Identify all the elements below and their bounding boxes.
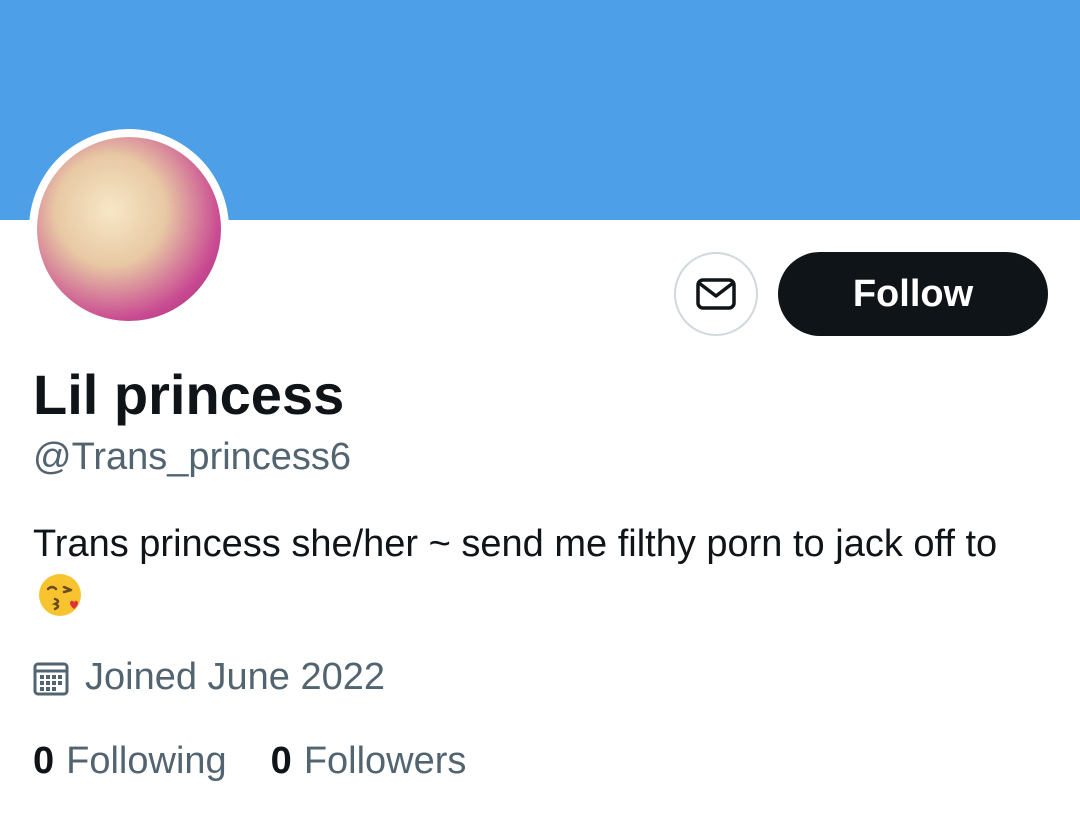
avatar-image [37,137,221,321]
envelope-icon [696,278,736,310]
followers-label: Followers [303,740,467,782]
kissing-face-emoji-icon [37,572,83,634]
bio-text: Trans princess she/her ~ send me filthy … [33,523,998,565]
profile-avatar[interactable] [29,129,229,329]
follow-stats: 0 Following 0 Followers [33,740,510,783]
follow-button[interactable]: Follow [778,252,1048,336]
followers-link[interactable]: 0 Followers [271,740,467,783]
display-name: Lil princess [33,363,345,426]
username-handle: @Trans_princess6 [33,436,352,478]
following-label: Following [66,740,227,782]
joined-text: Joined June 2022 [85,656,386,698]
message-button[interactable] [674,252,758,336]
joined-date: Joined June 2022 [33,656,385,699]
calendar-icon [33,662,69,695]
following-link[interactable]: 0 Following [33,740,227,783]
profile-bio: Trans princess she/her ~ send me filthy … [33,516,1043,634]
followers-count: 0 [270,740,292,782]
following-count: 0 [33,740,55,782]
